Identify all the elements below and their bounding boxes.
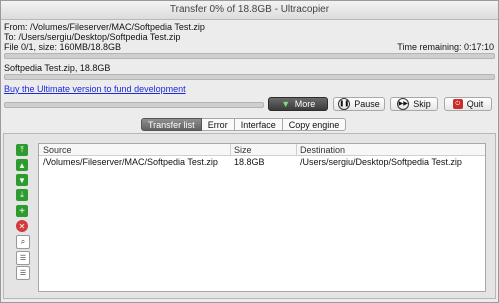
quit-button[interactable]: ⏻ Quit xyxy=(444,97,492,111)
move-top-icon[interactable]: ⤒ xyxy=(16,144,28,156)
column-size[interactable]: Size xyxy=(234,145,252,155)
remove-icon[interactable]: ✕ xyxy=(16,220,28,232)
pause-button[interactable]: ❚❚ Pause xyxy=(333,97,385,111)
row-source: /Volumes/Fileserver/MAC/Softpedia Test.z… xyxy=(43,157,218,167)
overall-progress-bar xyxy=(4,53,495,59)
skip-button-label: Skip xyxy=(413,99,431,109)
column-divider xyxy=(296,144,297,155)
skip-icon: ▶▶ xyxy=(397,98,410,110)
row-size: 18.8GB xyxy=(234,157,265,167)
column-divider xyxy=(230,144,231,155)
buy-ultimate-link[interactable]: Buy the Ultimate version to fund develop… xyxy=(4,84,186,94)
column-source[interactable]: Source xyxy=(43,145,72,155)
more-button[interactable]: ▼ More xyxy=(268,97,328,111)
ultracopier-window: Transfer 0% of 18.8GB - Ultracopier From… xyxy=(0,0,499,303)
current-file-label: Softpedia Test.zip, 18.8GB xyxy=(4,63,111,73)
transfer-table: Source Size Destination /Volumes/Fileser… xyxy=(38,143,486,292)
skip-button[interactable]: ▶▶ Skip xyxy=(390,97,438,111)
add-icon[interactable]: + xyxy=(16,205,28,217)
more-button-label: More xyxy=(294,99,316,109)
time-remaining: Time remaining: 0:17:10 xyxy=(397,42,494,52)
move-up-icon[interactable]: ▲ xyxy=(16,159,28,171)
export-list-icon[interactable]: ☰ xyxy=(16,266,30,280)
file-status: File 0/1, size: 160MB/18.8GB xyxy=(4,42,122,52)
tab-copy-engine[interactable]: Copy engine xyxy=(282,118,347,131)
speed-slider[interactable] xyxy=(4,102,264,108)
quit-icon: ⏻ xyxy=(452,99,463,109)
chevron-down-icon: ▼ xyxy=(281,98,291,109)
tab-interface[interactable]: Interface xyxy=(234,118,283,131)
tab-bar: Transfer list Error Interface Copy engin… xyxy=(141,118,347,131)
destination-path: To: /Users/sergiu/Desktop/Softpedia Test… xyxy=(4,32,181,42)
source-path: From: /Volumes/Fileserver/MAC/Softpedia … xyxy=(4,22,205,32)
current-file-progress-bar xyxy=(4,74,495,80)
tab-transfer-list[interactable]: Transfer list xyxy=(141,118,202,131)
move-down-icon[interactable]: ▼ xyxy=(16,174,28,186)
table-row[interactable]: /Volumes/Fileserver/MAC/Softpedia Test.z… xyxy=(39,155,485,168)
move-bottom-icon[interactable]: ⤓ xyxy=(16,189,28,201)
tab-error[interactable]: Error xyxy=(201,118,235,131)
pause-button-label: Pause xyxy=(354,99,380,109)
title-bar[interactable]: Transfer 0% of 18.8GB - Ultracopier xyxy=(1,1,498,20)
pause-icon: ❚❚ xyxy=(338,98,351,110)
search-icon[interactable]: ⌕ xyxy=(16,235,30,249)
row-destination: /Users/sergiu/Desktop/Softpedia Test.zip xyxy=(300,157,462,167)
import-list-icon[interactable]: ☰ xyxy=(16,251,30,265)
column-destination[interactable]: Destination xyxy=(300,145,345,155)
quit-button-label: Quit xyxy=(466,99,484,109)
window-title: Transfer 0% of 18.8GB - Ultracopier xyxy=(169,4,330,15)
